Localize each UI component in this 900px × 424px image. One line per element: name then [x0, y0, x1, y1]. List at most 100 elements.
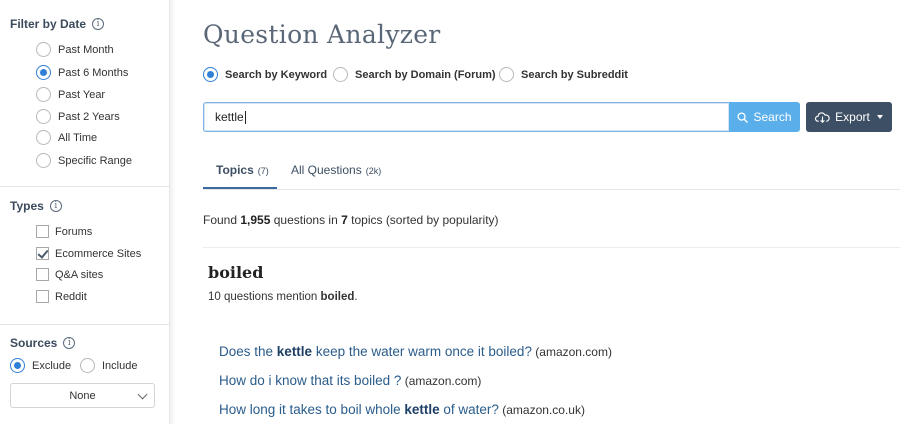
date-option-all-time[interactable]: All Time [36, 130, 97, 145]
question-source: (amazon.com) [401, 374, 482, 388]
mode-label: Search by Subreddit [521, 68, 628, 81]
question-text: Does the [219, 344, 277, 359]
date-option-label: Past Month [58, 43, 114, 56]
search-icon [737, 111, 749, 123]
topic-mention-count: 10 questions mention boiled. [208, 291, 358, 303]
radio-button[interactable] [333, 67, 348, 82]
radio-button-selected[interactable] [10, 358, 25, 373]
date-option-label: Past 2 Years [58, 110, 120, 123]
mode-label: Search by Domain (Forum) [355, 68, 496, 81]
checkbox[interactable] [36, 290, 49, 303]
tab-all-questions[interactable]: All Questions (2k) [291, 163, 381, 177]
summary-text: topics (sorted by popularity) [347, 213, 499, 227]
page-title: Question Analyzer [203, 20, 441, 49]
date-option-specific-range[interactable]: Specific Range [36, 153, 132, 168]
info-icon[interactable]: i [92, 18, 105, 30]
sources-title: Sources i [10, 336, 76, 350]
question-text: keep the water warm once it boiled? [312, 344, 532, 359]
question-keyword: kettle [404, 402, 440, 417]
date-option-past-6-months[interactable]: Past 6 Months [36, 65, 128, 80]
date-option-label: Specific Range [58, 154, 132, 167]
summary-question-count: 1,955 [240, 213, 271, 227]
question-link[interactable]: How do i know that its boiled ? (amazon.… [219, 373, 481, 388]
cloud-download-icon [815, 112, 830, 123]
export-button-label: Export [835, 110, 870, 124]
search-input-value: kettle [215, 110, 244, 124]
tabs-divider [203, 189, 900, 190]
radio-button[interactable] [499, 67, 514, 82]
date-option-label: Past 6 Months [58, 66, 129, 79]
mode-search-by-subreddit[interactable]: Search by Subreddit [499, 67, 628, 82]
radio-button[interactable] [36, 130, 51, 145]
question-keyword: kettle [276, 344, 313, 359]
mode-search-by-keyword[interactable]: Search by Keyword [203, 67, 327, 82]
checkbox-checked[interactable] [36, 247, 49, 260]
tab-label: All Questions [291, 163, 362, 177]
caret-down-icon [876, 115, 883, 119]
sources-exclude-label: Exclude [32, 359, 72, 372]
radio-button[interactable] [36, 153, 51, 168]
topic-title: boiled [208, 263, 264, 282]
sidebar-divider [0, 324, 170, 325]
mention-keyword: boiled [320, 291, 355, 303]
sidebar-divider [0, 186, 170, 187]
mention-text: 10 questions mention [208, 291, 321, 303]
results-divider [203, 247, 900, 248]
mode-label: Search by Keyword [225, 68, 328, 81]
tab-topics[interactable]: Topics (7) [216, 163, 269, 177]
date-option-past-2-years[interactable]: Past 2 Years [36, 109, 120, 124]
question-source: (amazon.com) [531, 345, 612, 359]
radio-button-selected[interactable] [203, 67, 218, 82]
results-summary: Found 1,955 questions in 7 topics (sorte… [203, 213, 499, 227]
summary-text: Found [203, 213, 241, 227]
date-filter-title: Filter by Date i [10, 17, 105, 31]
sidebar-shadow [170, 0, 176, 424]
date-option-past-month[interactable]: Past Month [36, 42, 114, 57]
types-title-text: Types [10, 199, 44, 213]
active-tab-indicator [203, 187, 277, 189]
search-button-label: Search [753, 110, 792, 124]
search-button[interactable]: Search [729, 102, 800, 132]
sources-include-option[interactable]: Include [80, 358, 137, 373]
mention-text: . [354, 291, 358, 303]
radio-button[interactable] [36, 87, 51, 102]
type-option-qa-sites[interactable]: Q&A sites [36, 268, 103, 281]
chevron-down-icon [137, 389, 148, 400]
date-filter-title-text: Filter by Date [10, 17, 87, 31]
tab-label: Topics [216, 163, 254, 177]
radio-button[interactable] [80, 358, 95, 373]
question-source: (amazon.co.uk) [498, 403, 585, 417]
type-option-forums[interactable]: Forums [36, 225, 92, 238]
sources-title-text: Sources [10, 336, 58, 350]
text-caret [244, 110, 246, 124]
checkbox[interactable] [36, 225, 49, 238]
sources-select[interactable]: None [10, 383, 155, 408]
types-title: Types i [10, 199, 62, 213]
type-option-label: Reddit [55, 290, 87, 303]
question-text: How long it takes to boil whole [219, 402, 405, 417]
question-link[interactable]: How long it takes to boil whole kettle o… [219, 402, 585, 417]
search-input[interactable]: kettle [203, 102, 729, 132]
info-icon[interactable]: i [49, 200, 62, 212]
radio-button[interactable] [36, 42, 51, 57]
mode-search-by-domain[interactable]: Search by Domain (Forum) [333, 67, 496, 82]
sidebar: Filter by Date i Past Month Past 6 Month… [0, 0, 170, 424]
radio-button[interactable] [36, 109, 51, 124]
export-button[interactable]: Export [806, 102, 892, 132]
date-option-past-year[interactable]: Past Year [36, 87, 105, 102]
checkbox[interactable] [36, 268, 49, 281]
type-option-label: Forums [55, 225, 93, 238]
question-text: How do i know that its boiled ? [219, 373, 402, 388]
question-text: of water? [439, 402, 499, 417]
type-option-ecommerce-sites[interactable]: Ecommerce Sites [36, 247, 141, 260]
type-option-reddit[interactable]: Reddit [36, 290, 87, 303]
type-option-label: Q&A sites [55, 268, 104, 281]
sources-include-label: Include [102, 359, 138, 372]
tab-count: (7) [257, 166, 269, 176]
sources-exclude-option[interactable]: Exclude [10, 358, 71, 373]
summary-text: questions in [270, 213, 342, 227]
radio-button-selected[interactable] [36, 65, 51, 80]
info-icon[interactable]: i [63, 337, 76, 349]
question-link[interactable]: Does the kettle keep the water warm once… [219, 344, 612, 359]
date-option-label: All Time [58, 131, 98, 144]
